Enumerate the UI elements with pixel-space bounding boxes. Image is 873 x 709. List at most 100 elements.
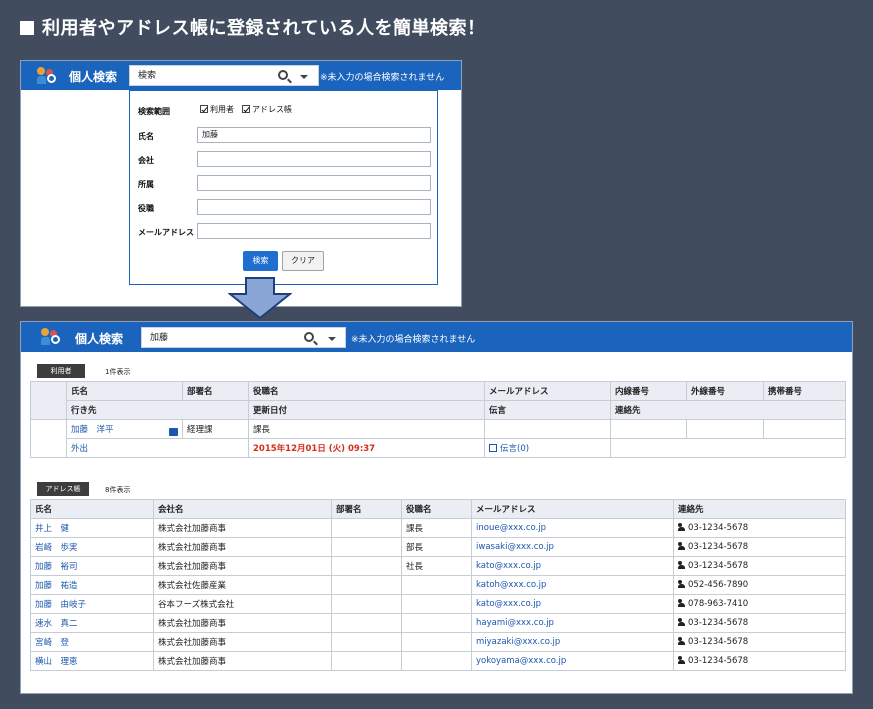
edit-memo-icon[interactable] xyxy=(489,444,497,452)
search-input[interactable]: 加藤 xyxy=(141,327,346,348)
email-link[interactable]: hayami@xxx.co.jp xyxy=(476,618,554,628)
user-external-cell xyxy=(686,419,764,439)
user-name-cell: 加藤 洋平 xyxy=(66,419,183,439)
contact-name-link[interactable]: 加藤 祐造 xyxy=(35,581,78,591)
phone-cell: 03-1234-5678 xyxy=(673,518,846,538)
position-field[interactable] xyxy=(197,199,431,215)
table-row: 井上 健 株式会社加藤商事 課長 inoue@xxx.co.jp 03-1234-567… xyxy=(30,518,846,538)
contact-card-icon[interactable] xyxy=(169,427,178,436)
contact-name-link[interactable]: 速水 真二 xyxy=(35,619,78,629)
destination-link[interactable]: 外出 xyxy=(71,444,88,454)
user-mobile-cell xyxy=(763,419,846,439)
phone-number: 03-1234-5678 xyxy=(688,618,749,628)
phone-number: 03-1234-5678 xyxy=(688,637,749,647)
scope-users-label: 利用者 xyxy=(210,105,234,114)
scope-addressbook-checkbox[interactable]: アドレス帳 xyxy=(242,104,292,115)
contact-name-cell: 岩崎 歩実 xyxy=(30,537,154,557)
phone-number: 078-963-7410 xyxy=(688,599,749,609)
table-row: 岩崎 歩実 株式会社加藤商事 部長 iwasaki@xxx.co.jp 03-1234-… xyxy=(30,537,846,557)
position-cell xyxy=(401,575,472,595)
users-table: 氏名 部署名 役職名 メールアドレス 内線番号 外線番号 携帯番号 行き先 更新… xyxy=(30,381,846,458)
contact-name-link[interactable]: 岩崎 歩実 xyxy=(35,543,78,553)
contact-name-link[interactable]: 加藤 由岐子 xyxy=(35,600,86,610)
col-external: 外線番号 xyxy=(686,381,764,401)
phone-number: 03-1234-5678 xyxy=(688,542,749,552)
email-link[interactable]: iwasaki@xxx.co.jp xyxy=(476,542,554,552)
phone-contact-icon xyxy=(678,542,685,550)
phone-contact-icon xyxy=(678,599,685,607)
chevron-down-icon[interactable] xyxy=(328,337,336,341)
message-link[interactable]: 伝言(0) xyxy=(500,444,529,454)
col-message: 伝言 xyxy=(484,400,611,420)
dept-cell xyxy=(331,632,402,652)
dept-field[interactable] xyxy=(197,175,431,191)
search-note: ※未入力の場合検索されません xyxy=(351,335,476,345)
col-updated: 更新日付 xyxy=(248,400,485,420)
contact-name-cell: 加藤 祐造 xyxy=(30,575,154,595)
contact-name-cell: 横山 理恵 xyxy=(30,651,154,671)
down-arrow-icon xyxy=(228,277,292,320)
dept-cell xyxy=(331,518,402,538)
company-field[interactable] xyxy=(197,151,431,167)
contact-name-cell: 井上 健 xyxy=(30,518,154,538)
table-row: 速水 真二 株式会社加藤商事 hayami@xxx.co.jp 03-1234-567… xyxy=(30,613,846,633)
email-cell: kato@xxx.co.jp xyxy=(471,556,674,576)
email-field[interactable] xyxy=(197,223,431,239)
scope-users-checkbox[interactable]: 利用者 xyxy=(200,104,234,115)
position-label: 役職 xyxy=(138,204,154,213)
company-cell: 株式会社加藤商事 xyxy=(153,651,332,671)
clear-button[interactable]: クリア xyxy=(282,251,324,271)
position-cell xyxy=(401,613,472,633)
email-link[interactable]: kato@xxx.co.jp xyxy=(476,599,541,609)
company-cell: 株式会社加藤商事 xyxy=(153,537,332,557)
email-link[interactable]: miyazaki@xxx.co.jp xyxy=(476,637,560,647)
search-button[interactable]: 検索 xyxy=(243,251,278,271)
email-link[interactable]: kato@xxx.co.jp xyxy=(476,561,541,571)
phone-contact-icon xyxy=(678,637,685,645)
search-input[interactable]: 検索 xyxy=(129,65,319,86)
users-section-tag: 利用者 xyxy=(37,364,85,378)
phone-number: 03-1234-5678 xyxy=(688,561,749,571)
scope-addressbook-label: アドレス帳 xyxy=(252,105,292,114)
search-icon[interactable] xyxy=(278,70,288,80)
user-email-cell xyxy=(484,419,611,439)
name-field[interactable]: 加藤 xyxy=(197,127,431,143)
page-headline: 利用者やアドレス帳に登録されている人を簡単検索！ xyxy=(20,14,485,40)
user-dept-cell: 経理課 xyxy=(182,419,249,439)
company-label: 会社 xyxy=(138,156,154,165)
table-row: 加藤 洋平 経理課 課長 xyxy=(30,419,846,458)
table-row: 加藤 裕司 株式会社加藤商事 社長 kato@xxx.co.jp 03-1234-567… xyxy=(30,556,846,576)
contact-name-link[interactable]: 加藤 裕司 xyxy=(35,562,78,572)
phone-cell: 03-1234-5678 xyxy=(673,556,846,576)
email-link[interactable]: katoh@xxx.co.jp xyxy=(476,580,546,590)
col-mobile: 携帯番号 xyxy=(763,381,846,401)
col-company: 会社名 xyxy=(153,499,332,519)
contact-name-link[interactable]: 横山 理恵 xyxy=(35,657,78,667)
email-link[interactable]: yokoyama@xxx.co.jp xyxy=(476,656,566,666)
blank-cell xyxy=(30,419,67,458)
user-contact-cell xyxy=(610,438,846,458)
email-link[interactable]: inoue@xxx.co.jp xyxy=(476,523,546,533)
dept-cell xyxy=(331,537,402,557)
company-cell: 株式会社加藤商事 xyxy=(153,518,332,538)
email-cell: miyazaki@xxx.co.jp xyxy=(471,632,674,652)
user-updated-cell: 2015年12月01日 (火) 09:37 xyxy=(248,438,485,458)
email-cell: inoue@xxx.co.jp xyxy=(471,518,674,538)
name-label: 氏名 xyxy=(138,132,154,141)
user-name-link[interactable]: 加藤 洋平 xyxy=(71,425,114,435)
position-cell: 課長 xyxy=(401,518,472,538)
phone-number: 03-1234-5678 xyxy=(688,523,749,533)
phone-contact-icon xyxy=(678,618,685,626)
email-cell: katoh@xxx.co.jp xyxy=(471,575,674,595)
contact-name-link[interactable]: 井上 健 xyxy=(35,524,69,534)
dept-cell xyxy=(331,556,402,576)
chevron-down-icon[interactable] xyxy=(300,75,308,79)
contact-name-link[interactable]: 宮崎 登 xyxy=(35,638,69,648)
phone-cell: 03-1234-5678 xyxy=(673,651,846,671)
dept-cell xyxy=(331,575,402,595)
email-cell: iwasaki@xxx.co.jp xyxy=(471,537,674,557)
col-email: メールアドレス xyxy=(484,381,611,401)
search-icon[interactable] xyxy=(304,332,314,342)
user-position-cell: 課長 xyxy=(248,419,485,439)
email-cell: kato@xxx.co.jp xyxy=(471,594,674,614)
